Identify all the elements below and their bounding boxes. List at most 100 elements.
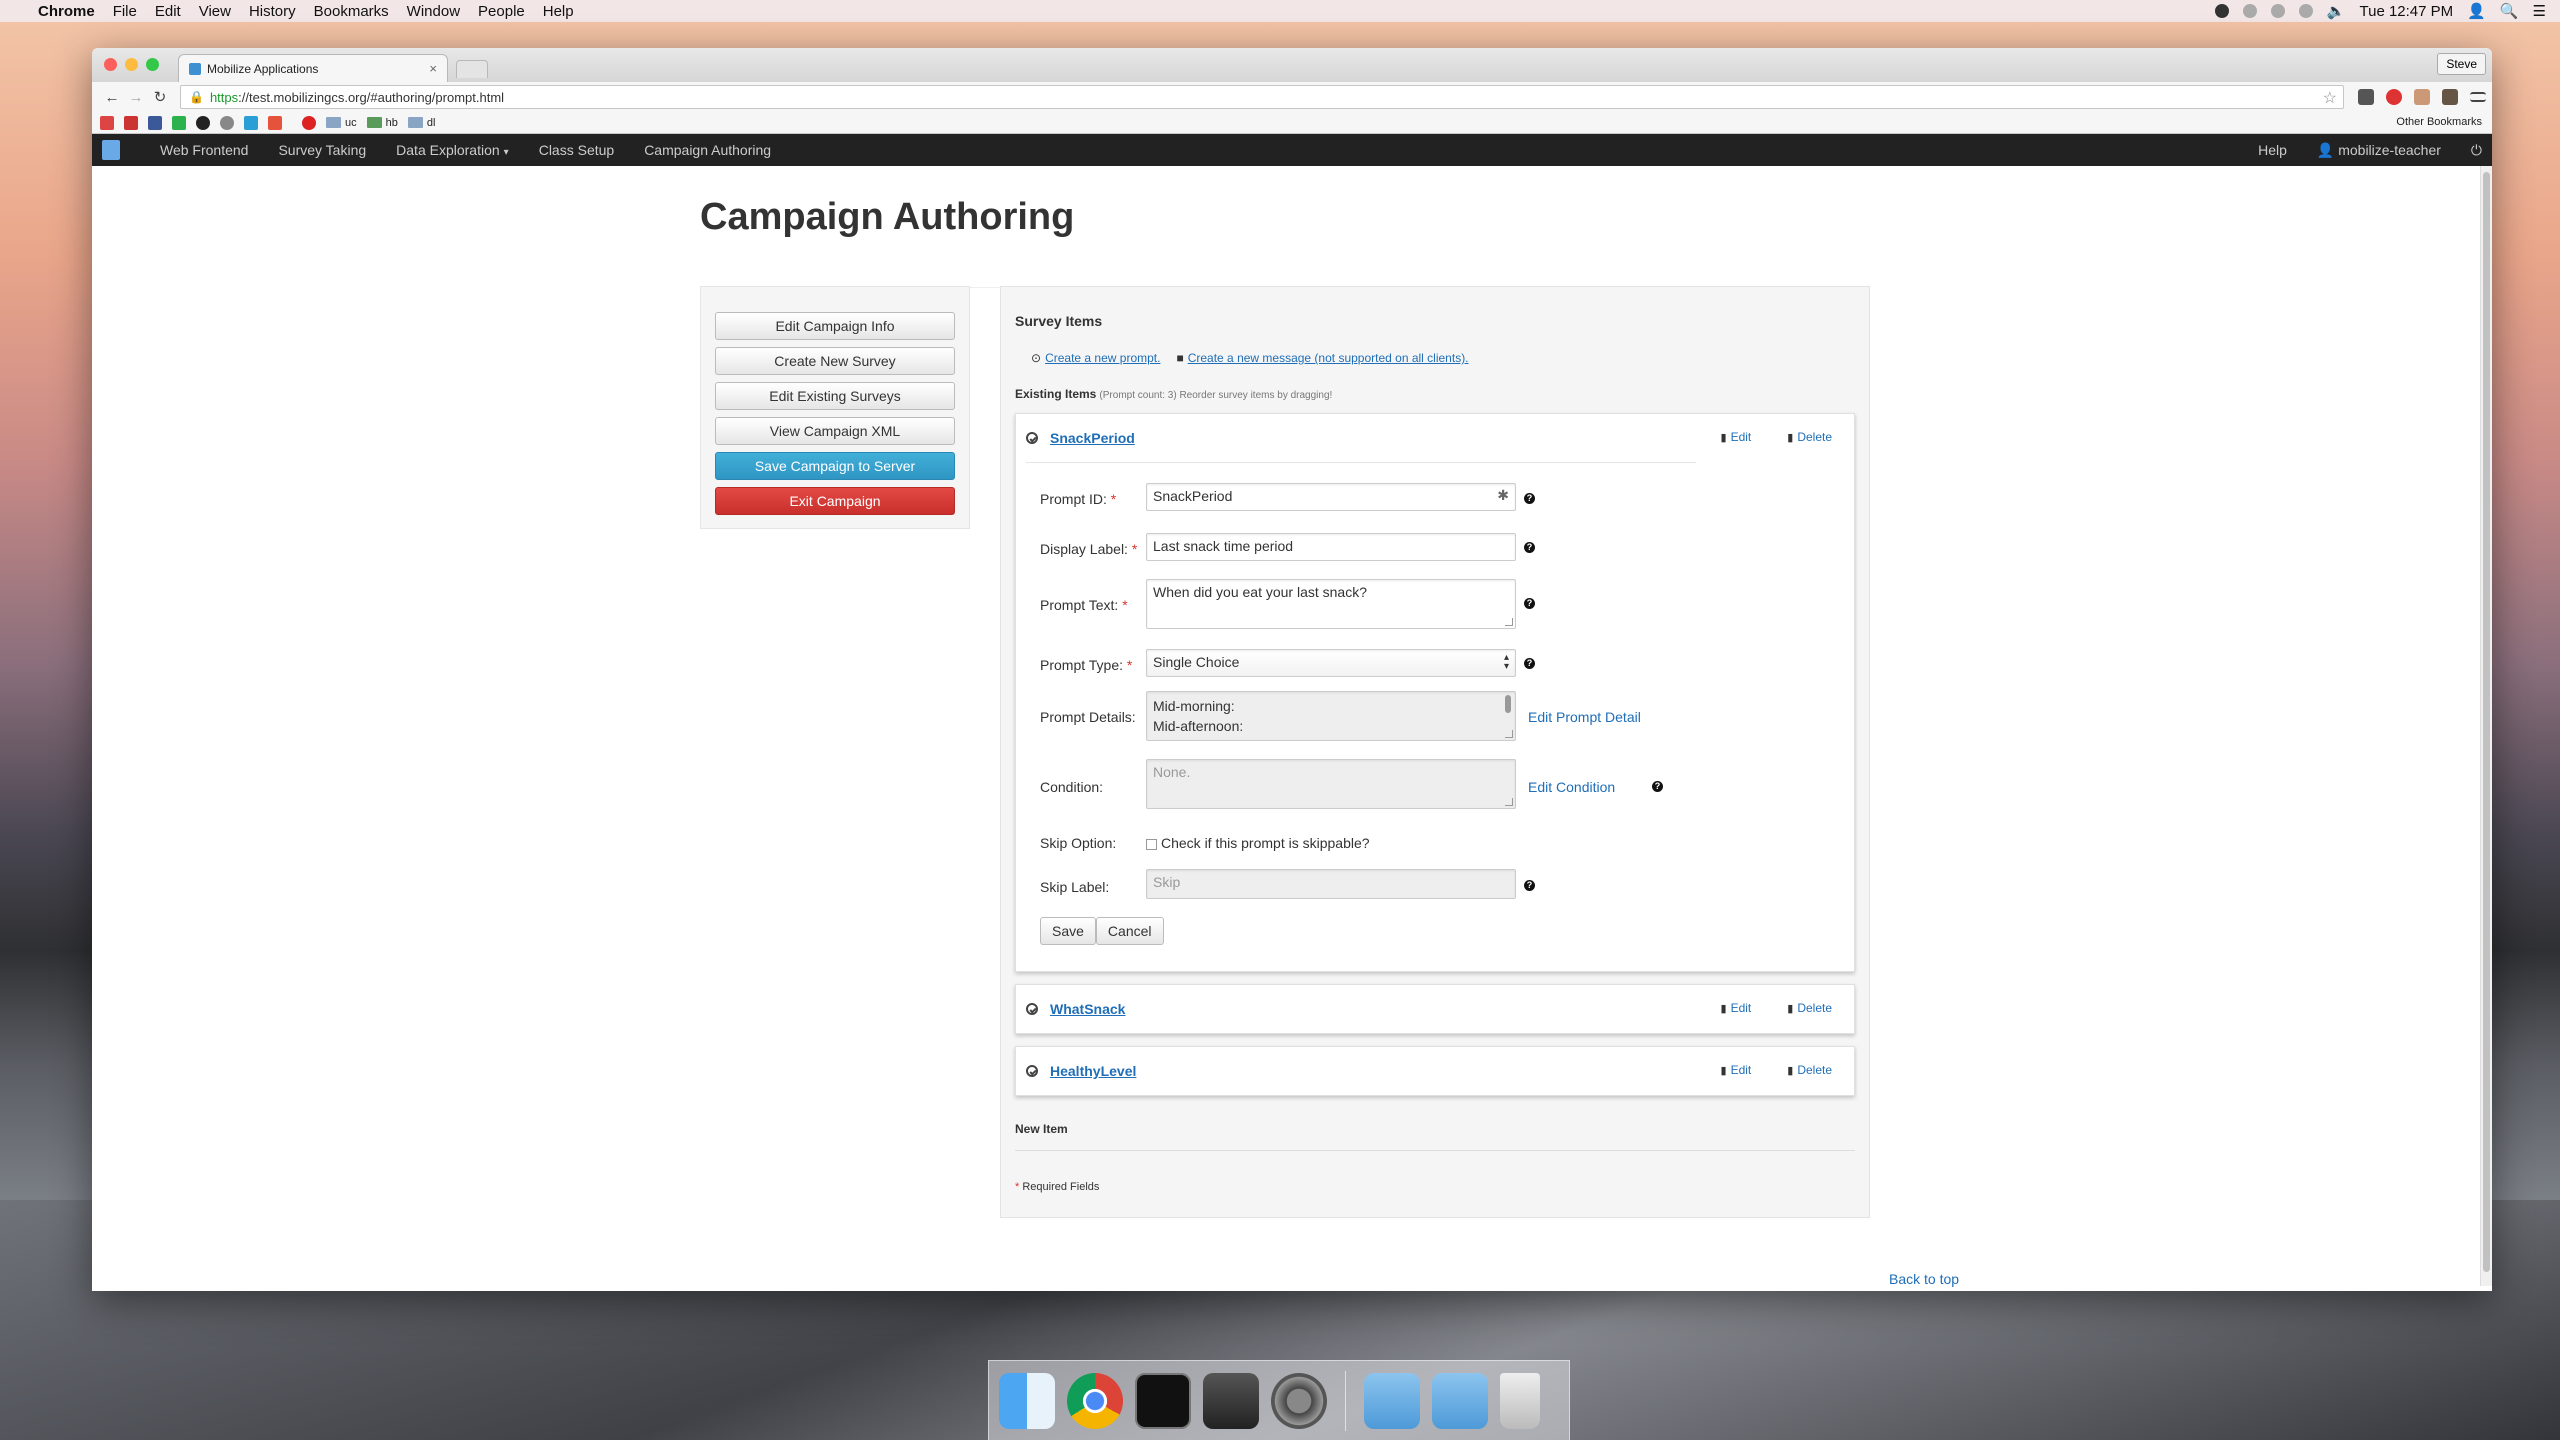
bookmark-folder-hb[interactable]: hb [366, 117, 398, 129]
survey-item-name[interactable]: WhatSnack [1050, 1001, 1125, 1017]
bookmark-folder-dl[interactable]: dl [407, 117, 435, 129]
extension-window-icon[interactable] [2408, 89, 2436, 105]
survey-item[interactable]: HealthyLevel ▮ Edit ▮ Delete [1015, 1046, 1855, 1096]
notification-bell-icon[interactable] [2242, 4, 2257, 18]
profile-button[interactable]: Steve [2437, 53, 2486, 75]
prompt-text-textarea[interactable]: When did you eat your last snack? [1146, 579, 1516, 629]
menu-edit[interactable]: Edit [155, 3, 181, 20]
help-icon[interactable]: ? [1524, 658, 1535, 669]
scrollbar-thumb[interactable] [2483, 172, 2490, 1272]
bookmark-facebook-icon[interactable] [148, 115, 162, 130]
mobilize-logo-icon[interactable] [102, 140, 120, 160]
menu-file[interactable]: File [113, 3, 137, 20]
nav-class-setup[interactable]: Class Setup [539, 142, 614, 158]
spotlight-search-icon[interactable]: 🔍 [2500, 2, 2519, 20]
nav-survey-taking[interactable]: Survey Taking [278, 142, 366, 158]
extension-puzzle-icon[interactable] [2352, 89, 2380, 105]
delete-item-link[interactable]: ▮ Delete [1787, 430, 1832, 444]
other-bookmarks[interactable]: Other Bookmarks [2396, 116, 2482, 128]
reload-icon[interactable]: ↻ [148, 88, 172, 106]
bookmark-reddit-icon[interactable] [220, 115, 234, 130]
back-to-top-link[interactable]: Back to top [1889, 1271, 1959, 1287]
browser-tab[interactable]: Mobilize Applications × [178, 54, 448, 82]
sublime-text-icon[interactable] [1203, 1372, 1259, 1429]
bookmark-opera-icon[interactable] [302, 115, 316, 130]
bookmark-k-icon[interactable] [244, 115, 258, 130]
close-tab-icon[interactable]: × [429, 61, 437, 76]
bookmark-github-icon[interactable] [196, 115, 210, 130]
bookmark-s-icon[interactable] [268, 115, 282, 130]
address-bar[interactable]: 🔒 https ://test.mobilizingcs.org/#author… [180, 85, 2344, 109]
edit-item-link[interactable]: ▮ Edit [1721, 1063, 1752, 1077]
menu-app-name[interactable]: Chrome [38, 3, 95, 20]
skippable-checkbox[interactable] [1146, 838, 1157, 850]
back-arrow-icon[interactable]: ← [100, 89, 124, 106]
forward-arrow-icon[interactable]: → [124, 89, 148, 106]
save-campaign-button[interactable]: Save Campaign to Server [715, 452, 955, 480]
survey-item[interactable]: WhatSnack ▮ Edit ▮ Delete [1015, 984, 1855, 1034]
survey-item-name[interactable]: SnackPeriod [1050, 430, 1135, 446]
trash-icon[interactable] [1500, 1372, 1540, 1429]
system-preferences-icon[interactable] [1271, 1372, 1327, 1429]
nav-user[interactable]: 👤 mobilize-teacher [2317, 142, 2441, 159]
create-message-link[interactable]: Create a new message (not supported on a… [1188, 351, 1469, 365]
menu-help[interactable]: Help [543, 3, 574, 20]
applications-folder-icon[interactable] [1364, 1372, 1420, 1429]
edit-condition-link[interactable]: Edit Condition [1528, 779, 1615, 795]
bookmark-folder-uc[interactable]: uc [326, 117, 357, 129]
edit-existing-surveys-button[interactable]: Edit Existing Surveys [715, 382, 955, 410]
help-icon[interactable]: ? [1524, 542, 1535, 553]
volume-icon[interactable]: 🔈 [2327, 2, 2346, 20]
user-icon[interactable]: 👤 [2467, 2, 2486, 20]
extension-red-circle-icon[interactable] [2380, 89, 2408, 105]
edit-item-link[interactable]: ▮ Edit [1721, 430, 1752, 444]
zoom-window-icon[interactable] [146, 58, 159, 71]
bookmark-star-icon[interactable]: ☆ [2323, 88, 2337, 108]
create-new-survey-button[interactable]: Create New Survey [715, 347, 955, 375]
new-tab-button[interactable] [456, 60, 488, 78]
status-circle-icon[interactable] [2214, 4, 2229, 18]
save-button[interactable]: Save [1040, 917, 1096, 945]
survey-item[interactable]: SnackPeriod ▮ Edit ▮ Delete Prompt ID: * S… [1015, 413, 1855, 972]
minimize-window-icon[interactable] [125, 58, 138, 71]
condition-textarea[interactable]: None. [1146, 759, 1516, 809]
menu-bookmarks[interactable]: Bookmarks [314, 3, 389, 20]
bookmark-google-plus-icon[interactable] [124, 115, 138, 130]
notification-center-icon[interactable]: ☰ [2533, 2, 2546, 20]
menu-view[interactable]: View [199, 3, 231, 20]
resize-handle[interactable] [1505, 730, 1513, 738]
chrome-menu-icon[interactable] [2464, 92, 2492, 102]
help-icon[interactable]: ? [1524, 880, 1535, 891]
exit-campaign-button[interactable]: Exit Campaign [715, 487, 955, 515]
close-window-icon[interactable] [104, 58, 117, 71]
prompt-id-input[interactable]: SnackPeriod ✱ [1146, 483, 1516, 511]
delete-item-link[interactable]: ▮ Delete [1787, 1063, 1832, 1077]
survey-item-name[interactable]: HealthyLevel [1050, 1063, 1136, 1079]
view-campaign-xml-button[interactable]: View Campaign XML [715, 417, 955, 445]
prompt-details-textarea[interactable]: Mid-morning: Mid-afternoon: [1146, 691, 1516, 741]
edit-prompt-detail-link[interactable]: Edit Prompt Detail [1528, 709, 1641, 725]
clock[interactable]: Tue 12:47 PM [2360, 3, 2454, 20]
extension-brown-icon[interactable] [2436, 89, 2464, 105]
finder-icon[interactable] [999, 1372, 1055, 1429]
help-icon[interactable]: ? [1524, 493, 1535, 504]
create-prompt-link[interactable]: Create a new prompt. [1045, 351, 1160, 365]
menu-people[interactable]: People [478, 3, 525, 20]
menu-history[interactable]: History [249, 3, 296, 20]
skip-label-input[interactable]: Skip [1146, 869, 1516, 899]
resize-handle[interactable] [1505, 798, 1513, 806]
terminal-icon[interactable] [1135, 1372, 1191, 1429]
cloud-icon[interactable] [2270, 4, 2285, 18]
bookmark-feedly-icon[interactable] [172, 115, 186, 130]
help-icon[interactable]: ? [1524, 598, 1535, 609]
nav-help[interactable]: Help [2258, 142, 2287, 158]
prompt-type-select[interactable]: Single Choice ▴ ▾ [1146, 649, 1516, 677]
page-scrollbar[interactable] [2480, 166, 2492, 1286]
display-label-input[interactable]: Last snack time period [1146, 533, 1516, 561]
downloads-folder-icon[interactable] [1432, 1372, 1488, 1429]
resize-handle[interactable] [1505, 618, 1513, 626]
cancel-button[interactable]: Cancel [1095, 917, 1164, 945]
delete-item-link[interactable]: ▮ Delete [1787, 1001, 1832, 1015]
bookmark-gmail-icon[interactable] [100, 115, 114, 130]
logout-icon[interactable]: ⏻ [2471, 142, 2482, 159]
